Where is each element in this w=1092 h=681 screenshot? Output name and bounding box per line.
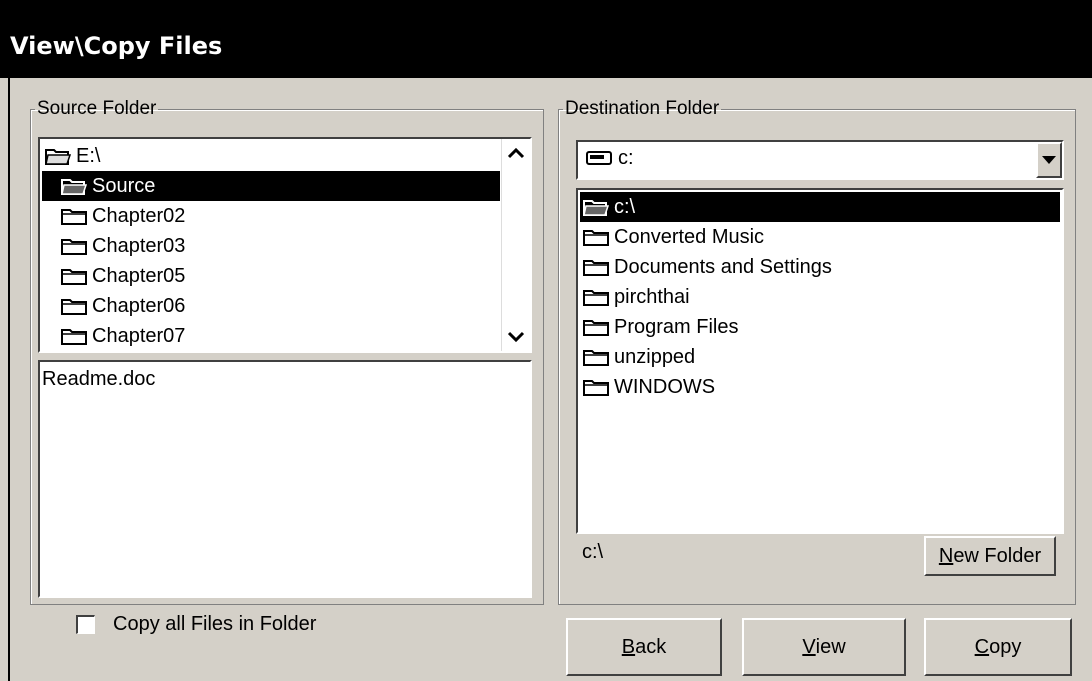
new-folder-button[interactable]: New Folder	[924, 536, 1056, 576]
tree-item-label: Chapter05	[92, 265, 186, 287]
folder-icon	[60, 296, 88, 316]
open-folder-icon	[44, 146, 72, 166]
source-tree-item[interactable]: Chapter06	[42, 291, 500, 321]
tree-item-label: Program Files	[614, 316, 739, 338]
source-folder-tree[interactable]: E:\ Source Chapter02 Chapter03 Chapter05 Chap…	[38, 137, 532, 353]
destination-tree-item[interactable]: Program Files	[580, 312, 1060, 342]
tree-item-label: WINDOWS	[614, 376, 716, 398]
drive-dropdown-button[interactable]	[1036, 142, 1062, 178]
source-tree-item[interactable]: Chapter03	[42, 231, 500, 261]
window-title: View\Copy Files	[10, 32, 223, 60]
tree-item-label: unzipped	[614, 346, 696, 368]
tree-item-label: pirchthai	[614, 286, 690, 308]
destination-tree-item[interactable]: Converted Music	[580, 222, 1060, 252]
open-folder-icon	[60, 176, 88, 196]
tree-item-label: E:\	[76, 145, 101, 167]
source-file-list[interactable]: Readme.doc	[38, 360, 532, 598]
drive-select[interactable]: c:	[576, 140, 1064, 180]
folder-icon	[582, 347, 610, 367]
source-tree-scrollbar[interactable]	[501, 139, 530, 351]
source-folder-label: Source Folder	[37, 98, 157, 119]
folder-icon	[582, 287, 610, 307]
checkbox-box[interactable]	[76, 615, 95, 634]
folder-icon	[60, 326, 88, 346]
tree-item-label: Documents and Settings	[614, 256, 832, 278]
source-tree-item[interactable]: Source	[42, 171, 500, 201]
tree-item-label: Converted Music	[614, 226, 765, 248]
tree-item-label: Chapter06	[92, 295, 186, 317]
copy-button[interactable]: Copy	[924, 618, 1072, 676]
tree-item-label: Chapter02	[92, 205, 186, 227]
destination-tree-item[interactable]: pirchthai	[580, 282, 1060, 312]
source-tree-item[interactable]: Chapter02	[42, 201, 500, 231]
folder-icon	[60, 206, 88, 226]
source-tree-item[interactable]: E:\	[42, 141, 500, 171]
destination-tree-item[interactable]: Documents and Settings	[580, 252, 1060, 282]
tree-item-label: Source	[92, 175, 156, 197]
file-list-item[interactable]: Readme.doc	[42, 364, 155, 394]
dropdown-arrow-icon	[1042, 156, 1056, 164]
tree-item-label: Chapter07	[92, 325, 186, 347]
window-body: Source Folder E:\ Source Chapter02 Chapter0…	[8, 78, 1092, 681]
folder-icon	[582, 227, 610, 247]
destination-tree-item[interactable]: unzipped	[580, 342, 1060, 372]
copy-all-files-label: Copy all Files in Folder	[113, 613, 317, 635]
title-bar: View\Copy Files	[0, 0, 1092, 78]
open-folder-icon	[582, 197, 610, 217]
drive-icon	[586, 148, 612, 171]
folder-icon	[582, 377, 610, 397]
scroll-up-button[interactable]	[502, 139, 530, 167]
tree-item-label: Chapter03	[92, 235, 186, 257]
source-tree-item[interactable]: Chapter07	[42, 321, 500, 351]
folder-icon	[582, 257, 610, 277]
destination-tree-item[interactable]: c:\	[580, 192, 1060, 222]
current-path-label: c:\	[582, 541, 604, 563]
source-tree-item[interactable]: Chapter05	[42, 261, 500, 291]
chevron-up-icon	[507, 147, 525, 159]
copy-all-files-checkbox[interactable]: Copy all Files in Folder	[76, 613, 316, 636]
chevron-down-icon	[507, 331, 525, 343]
destination-folder-label: Destination Folder	[565, 98, 720, 119]
folder-icon	[60, 236, 88, 256]
destination-folder-tree[interactable]: c:\ Converted Music Documents and Settings…	[576, 188, 1064, 534]
folder-icon	[60, 266, 88, 286]
back-button[interactable]: Back	[566, 618, 722, 676]
folder-icon	[582, 317, 610, 337]
view-button[interactable]: View	[742, 618, 906, 676]
scroll-down-button[interactable]	[502, 323, 530, 351]
drive-value: c:	[618, 147, 634, 169]
tree-item-label: c:\	[614, 196, 636, 218]
destination-tree-item[interactable]: WINDOWS	[580, 372, 1060, 402]
